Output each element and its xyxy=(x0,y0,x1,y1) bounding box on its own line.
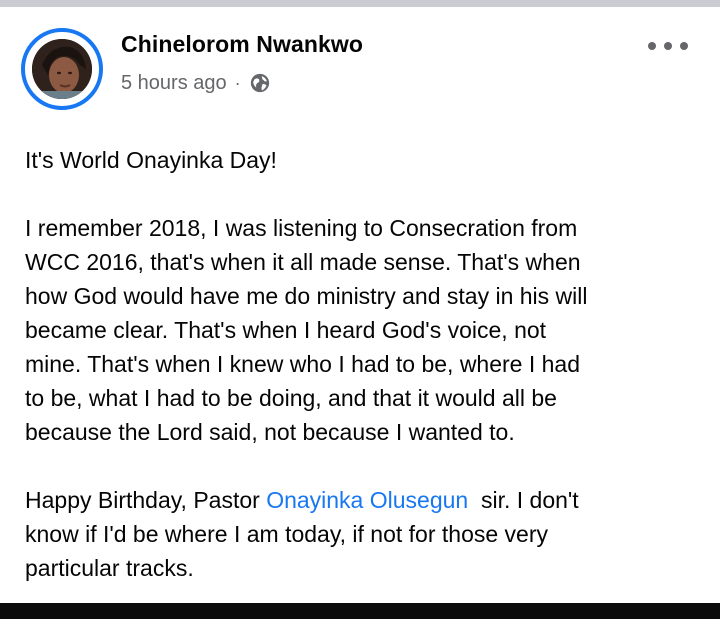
post-paragraph-3: Happy Birthday, Pastor Onayinka Olusegun… xyxy=(25,483,705,517)
author-name[interactable]: Chinelorom Nwankwo xyxy=(121,31,363,58)
globe-icon[interactable] xyxy=(249,72,271,94)
post-line: because the Lord said, not because I wan… xyxy=(25,419,515,445)
post-line: how God would have me do ministry and st… xyxy=(25,283,588,309)
post-line: particular tracks. xyxy=(25,555,194,581)
post-paragraph-1: It's World Onayinka Day! xyxy=(25,147,277,173)
dot-icon xyxy=(664,42,672,50)
profile-photo xyxy=(32,39,92,99)
bottom-bar xyxy=(0,603,720,619)
post-line: mine. That's when I knew who I had to be… xyxy=(25,351,581,377)
mention-link[interactable]: Onayinka Olusegun xyxy=(266,487,468,513)
top-divider xyxy=(0,0,720,7)
post-text: sir. I don't xyxy=(468,487,579,513)
avatar[interactable] xyxy=(32,39,92,99)
dot-icon xyxy=(680,42,688,50)
post-line: I remember 2018, I was listening to Cons… xyxy=(25,215,578,241)
post-line: to be, what I had to be doing, and that … xyxy=(25,385,557,411)
post-body: It's World Onayinka Day! I remember 2018… xyxy=(25,143,705,585)
story-ring[interactable] xyxy=(21,28,103,110)
meta-separator: · xyxy=(234,72,241,93)
post-line: know if I'd be where I am today, if not … xyxy=(25,521,548,547)
post-meta: 5 hours ago · xyxy=(121,70,271,96)
dot-icon xyxy=(648,42,656,50)
more-options-button[interactable] xyxy=(648,36,688,56)
post-text: Happy Birthday, Pastor xyxy=(25,487,267,513)
post-timestamp[interactable]: 5 hours ago xyxy=(121,72,227,95)
post-line: became clear. That's when I heard God's … xyxy=(25,317,547,343)
post-line: WCC 2016, that's when it all made sense.… xyxy=(25,249,581,275)
